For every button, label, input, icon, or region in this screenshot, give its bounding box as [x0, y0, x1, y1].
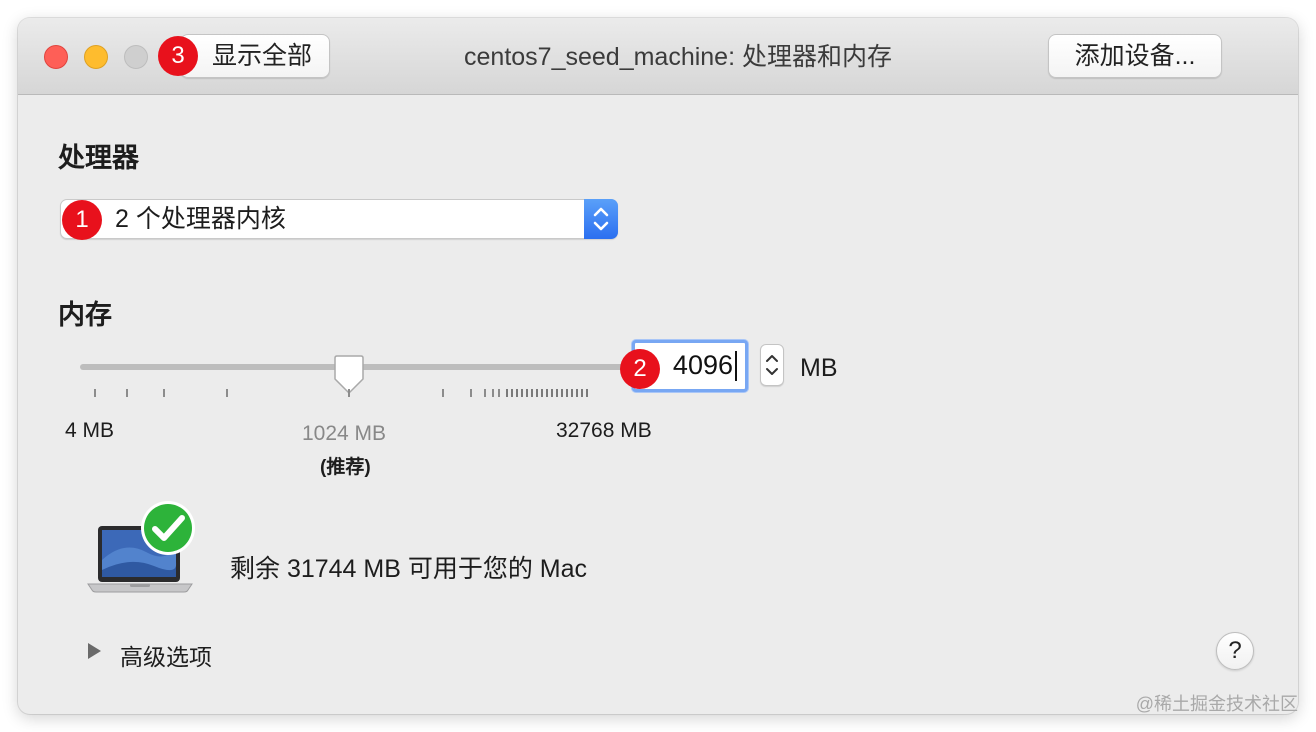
memory-size-value: 4096	[672, 350, 733, 380]
checkmark-icon	[141, 501, 195, 555]
processor-cores-popup[interactable]: 2 个处理器内核	[60, 199, 618, 239]
slider-min-label: 4 MB	[65, 419, 115, 442]
watermark: @稀土掘金技术社区	[1135, 694, 1298, 714]
help-button[interactable]: ?	[1216, 632, 1254, 670]
annotation-badge-2: 2	[620, 349, 660, 389]
text-caret	[735, 351, 737, 381]
slider-tick	[492, 389, 494, 397]
show-all-button[interactable]: 显示全部	[180, 34, 330, 78]
slider-tick	[163, 389, 165, 397]
chevron-up-down-icon	[584, 199, 618, 239]
slider-tick	[484, 389, 486, 397]
memory-unit-label: MB	[800, 354, 838, 382]
slider-tick	[94, 389, 96, 397]
processor-cores-value: 2 个处理器内核	[115, 205, 286, 233]
vm-settings-window: 显示全部 centos7_seed_machine: 处理器和内存 添加设备..…	[18, 18, 1298, 714]
add-device-button[interactable]: 添加设备...	[1048, 34, 1222, 78]
slider-tick	[498, 389, 500, 397]
memory-section-title: 内存	[58, 300, 112, 330]
processor-section-title: 处理器	[58, 143, 139, 173]
advanced-options-toggle[interactable]: 高级选项	[120, 638, 212, 672]
memory-stepper[interactable]	[760, 344, 784, 386]
slider-tick	[470, 389, 472, 397]
slider-tick	[126, 389, 128, 397]
slider-tick	[442, 389, 444, 397]
zoom-window-button[interactable]	[124, 45, 148, 69]
slider-tick	[226, 389, 228, 397]
slider-ticks-dense	[506, 389, 590, 397]
close-window-button[interactable]	[44, 45, 68, 69]
slider-recommended-label: 1024 MB	[302, 422, 387, 445]
annotation-badge-1: 1	[62, 200, 102, 240]
available-memory-text: 剩余 31744 MB 可用于您的 Mac	[230, 555, 588, 583]
window-titlebar: 显示全部 centos7_seed_machine: 处理器和内存 添加设备..…	[18, 18, 1298, 95]
chevron-up-down-icon	[766, 355, 778, 375]
slider-max-label: 32768 MB	[556, 419, 652, 442]
slider-recommended-note: (推荐)	[320, 457, 371, 478]
slider-tick	[348, 389, 350, 397]
window-title: centos7_seed_machine: 处理器和内存	[464, 43, 892, 71]
annotation-badge-3: 3	[158, 36, 198, 76]
laptop-icon	[84, 500, 196, 596]
triangle-right-icon[interactable]	[88, 643, 101, 659]
minimize-window-button[interactable]	[84, 45, 108, 69]
